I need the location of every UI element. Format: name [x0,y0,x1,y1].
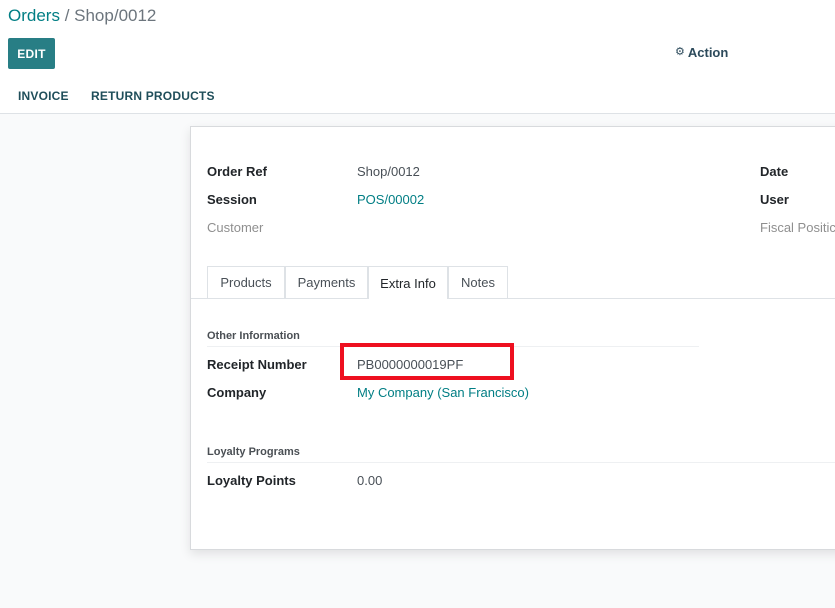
breadcrumb: Orders / Shop/0012 [8,6,156,26]
breadcrumb-current: Shop/0012 [74,6,157,25]
tab-extra-info[interactable]: Extra Info [368,266,448,299]
tab-payments[interactable]: Payments [285,266,368,298]
return-products-button[interactable]: RETURN PRODUCTS [91,89,215,103]
receipt-number-label: Receipt Number [207,357,307,372]
invoice-button[interactable]: INVOICE [18,89,69,103]
loyalty-programs-title: Loyalty Programs [207,446,300,458]
action-menu-label: Action [687,45,729,60]
customer-label: Customer [207,220,264,235]
receipt-number-value: PB0000000019PF [357,357,464,372]
other-information-title: Other Information [207,330,300,342]
gear-icon: ⚙ [675,46,685,58]
loyalty-programs-divider [207,462,835,463]
breadcrumb-orders-link[interactable]: Orders [8,6,60,25]
tabs-divider [191,298,835,299]
fiscal-position-label: Fiscal Positic [760,220,835,235]
session-link[interactable]: POS/00002 [357,192,424,207]
form-sheet: Order Ref Shop/0012 Session POS/00002 Cu… [190,126,835,550]
loyalty-points-value: 0.00 [357,473,383,488]
control-panel: Orders / Shop/0012 EDIT ⚙ Action [0,0,835,81]
tab-notes[interactable]: Notes [448,266,508,298]
loyalty-points-label: Loyalty Points [207,473,296,488]
order-ref-label: Order Ref [207,164,267,179]
user-label: User [760,192,789,207]
action-menu-button[interactable]: ⚙ Action [675,45,728,60]
date-label: Date [760,164,789,179]
breadcrumb-separator: / [59,6,75,25]
other-information-divider [207,346,699,347]
order-ref-value: Shop/0012 [357,164,420,179]
company-label: Company [207,385,267,400]
session-label: Session [207,192,257,207]
statusbar: INVOICE RETURN PRODUCTS [0,80,835,114]
tab-products[interactable]: Products [207,266,285,298]
edit-button[interactable]: EDIT [8,38,55,69]
company-link[interactable]: My Company (San Francisco) [357,385,529,400]
